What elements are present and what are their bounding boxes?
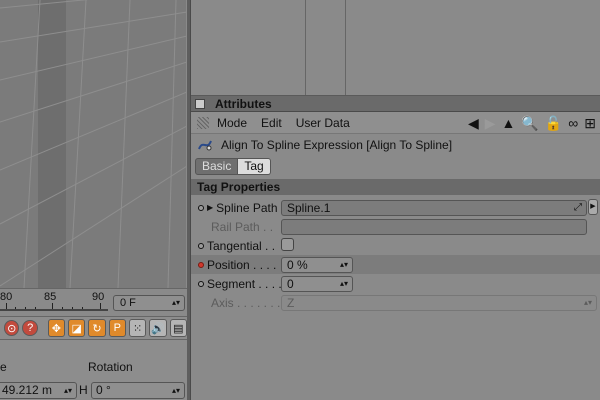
- rail-path-link-field: [281, 218, 587, 235]
- toolbar-separator: [41, 319, 45, 337]
- timeline-track[interactable]: [0, 309, 108, 311]
- scale-key-icon[interactable]: ◪: [68, 319, 86, 337]
- no-animation-dot: [198, 300, 204, 306]
- axis-label: Axis . . . . . . . .: [211, 295, 287, 310]
- stepper-arrows-icon[interactable]: ▴▾: [64, 383, 72, 398]
- new-panel-icon[interactable]: ⊞: [584, 115, 596, 131]
- property-row-spline-path: ▶ Spline Path Spline.1 ⤢ ▶: [191, 198, 600, 217]
- record-icon[interactable]: ⊙: [4, 320, 20, 336]
- attributes-title-bar: Attributes: [191, 96, 600, 112]
- position-value: 49.212 m: [2, 383, 53, 397]
- point-level-icon[interactable]: ⁙: [128, 319, 147, 337]
- stepper-arrows-icon[interactable]: ▴▾: [172, 383, 180, 398]
- attributes-nav-icons: ◀ ▶ ▲ 🔍 🔓 ∞ ⊞: [468, 115, 596, 131]
- column-header-scale: e: [0, 360, 7, 374]
- position-percent-field[interactable]: 0 % ▴▾: [281, 256, 353, 273]
- 3d-viewport[interactable]: [0, 0, 187, 288]
- animation-toolbar: ⊙ ? ✥ ◪ ↻ P ⁙ 🔊 ▤: [0, 316, 187, 340]
- rotation-h-field[interactable]: 0 ° ▴▾: [91, 382, 185, 399]
- animation-dot-icon[interactable]: [198, 204, 204, 211]
- up-arrow-icon[interactable]: ▲: [502, 115, 516, 131]
- property-row-rail-path: Rail Path . .: [191, 217, 600, 236]
- expand-triangle-icon[interactable]: ▶: [207, 203, 213, 212]
- property-row-tangential: Tangential . .: [191, 236, 600, 255]
- lock-icon[interactable]: 🔓: [545, 115, 562, 131]
- position-label: Position . . . .: [207, 257, 277, 272]
- property-row-position: Position . . . . 0 % ▴▾: [191, 255, 600, 274]
- object-manager[interactable]: [191, 0, 600, 95]
- current-frame-field[interactable]: 0 F ▴▾: [113, 295, 185, 311]
- animation-dot-icon[interactable]: [198, 242, 204, 249]
- attributes-title: Attributes: [215, 96, 272, 111]
- align-to-spline-icon: [198, 140, 212, 151]
- spline-path-link-field[interactable]: Spline.1 ⤢: [281, 199, 587, 216]
- panel-toggle-icon[interactable]: [195, 98, 205, 109]
- stepper-arrows-icon[interactable]: ▴▾: [340, 258, 348, 272]
- attributes-menu-bar: Mode Edit User Data ◀ ▶ ▲ 🔍 🔓 ∞ ⊞: [191, 112, 600, 134]
- document-icon[interactable]: ▤: [169, 319, 187, 337]
- stepper-arrows-icon[interactable]: ▴▾: [172, 296, 180, 310]
- tab-tag[interactable]: Tag: [238, 157, 271, 175]
- position-field[interactable]: 49.212 m ▴▾: [0, 382, 77, 399]
- column-header-rotation: Rotation: [88, 360, 133, 374]
- timeline-tick-label: 80: [0, 291, 13, 303]
- object-title: Align To Spline Expression [Align To Spl…: [221, 138, 453, 152]
- axis-dropdown: Z ▴▾: [281, 294, 597, 311]
- no-animation-dot: [198, 224, 204, 230]
- attributes-panel: Attributes Mode Edit User Data ◀ ▶ ▲ 🔍 🔓…: [191, 95, 600, 400]
- h-axis-label: H: [79, 383, 88, 397]
- timeline-tick-label: 90: [92, 291, 105, 303]
- object-header: Align To Spline Expression [Align To Spl…: [191, 134, 600, 156]
- timeline[interactable]: 80 85 90 0 F ▴▾: [0, 288, 187, 316]
- column-divider: [305, 0, 306, 95]
- menu-mode[interactable]: Mode: [217, 116, 247, 130]
- property-row-axis: Axis . . . . . . . . Z ▴▾: [191, 293, 600, 312]
- position-percent-value: 0 %: [287, 257, 308, 272]
- forward-arrow-icon[interactable]: ▶: [485, 115, 496, 131]
- search-icon[interactable]: 🔍: [521, 115, 538, 131]
- menu-user-data[interactable]: User Data: [296, 116, 350, 130]
- link-menu-arrow-icon[interactable]: ▶: [588, 199, 598, 215]
- animation-dot-icon[interactable]: [198, 280, 204, 287]
- timeline-tick-label: 85: [44, 291, 57, 303]
- rail-path-label: Rail Path . .: [211, 219, 274, 234]
- tab-basic[interactable]: Basic: [195, 157, 239, 175]
- autokey-icon[interactable]: ?: [22, 320, 38, 336]
- rotate-key-icon[interactable]: ↻: [88, 319, 106, 337]
- app-window: 80 85 90 0 F ▴▾ ⊙ ? ✥ ◪ ↻ P ⁙ 🔊 ▤ e Rota…: [0, 0, 600, 400]
- axis-value: Z: [287, 295, 295, 310]
- dropdown-arrows-icon: ▴▾: [583, 297, 592, 307]
- move-key-icon[interactable]: ✥: [47, 319, 65, 337]
- property-row-segment: Segment . . . . 0 ▴▾: [191, 274, 600, 293]
- grip-icon[interactable]: [197, 116, 209, 129]
- keyframe-dot-icon[interactable]: [198, 261, 204, 268]
- spline-path-value: Spline.1: [287, 200, 331, 215]
- attribute-tabs: Basic Tag: [191, 156, 600, 176]
- segment-label: Segment . . . .: [207, 276, 282, 291]
- column-divider: [345, 0, 346, 95]
- pick-object-icon[interactable]: ⤢: [574, 201, 582, 215]
- segment-field[interactable]: 0 ▴▾: [281, 275, 353, 292]
- back-arrow-icon[interactable]: ◀: [468, 115, 479, 131]
- stepper-arrows-icon[interactable]: ▴▾: [340, 277, 348, 291]
- link-icon[interactable]: ∞: [568, 115, 578, 131]
- section-header-tag-properties: Tag Properties: [191, 179, 600, 195]
- tangential-checkbox[interactable]: [281, 238, 294, 251]
- viewport-grid: [0, 0, 187, 288]
- menu-edit[interactable]: Edit: [261, 116, 282, 130]
- param-key-icon[interactable]: P: [108, 319, 126, 337]
- current-frame-value: 0 F: [120, 297, 136, 309]
- rotation-value: 0 °: [96, 383, 111, 397]
- tangential-label: Tangential . .: [207, 238, 276, 253]
- segment-value: 0: [287, 276, 294, 291]
- sound-icon[interactable]: 🔊: [149, 319, 167, 337]
